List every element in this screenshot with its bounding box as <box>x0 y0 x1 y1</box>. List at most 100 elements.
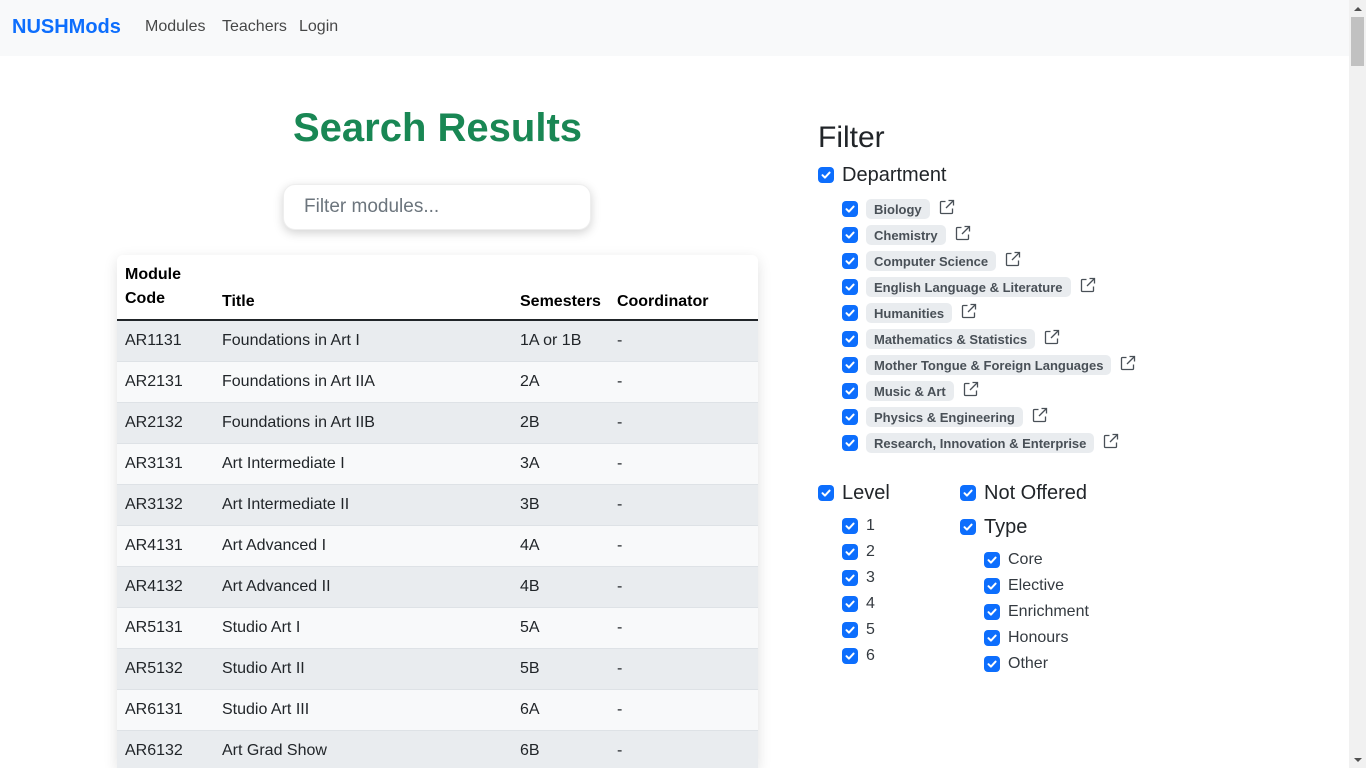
check-icon <box>963 523 973 531</box>
table-row[interactable]: AR4132 Art Advanced II 4B - <box>117 565 758 607</box>
external-link-icon[interactable] <box>1043 328 1061 346</box>
department-checkbox-research-innovation-enterprise[interactable] <box>842 435 858 451</box>
table-row[interactable]: AR3131 Art Intermediate I 3A - <box>117 442 758 484</box>
table-row[interactable]: AR2131 Foundations in Art IIA 2A - <box>117 360 758 402</box>
cell-semesters: 4B <box>512 565 609 607</box>
scroll-down-arrow[interactable] <box>1349 751 1366 768</box>
nav-link-modules[interactable]: Modules <box>145 18 205 36</box>
check-icon <box>845 387 855 395</box>
cell-coordinator: - <box>608 524 758 566</box>
cell-module-code: AR5131 <box>117 606 214 648</box>
department-badge-biology[interactable]: Biology <box>866 199 930 219</box>
scroll-thumb[interactable] <box>1351 17 1364 66</box>
level-checkbox-3[interactable] <box>842 570 858 586</box>
type-checkbox-core[interactable] <box>984 552 1000 568</box>
cell-module-code: AR1131 <box>117 319 214 361</box>
table-row[interactable]: AR2132 Foundations in Art IIB 2B - <box>117 401 758 443</box>
table-row[interactable]: AR5131 Studio Art I 5A - <box>117 606 758 648</box>
external-link-icon[interactable] <box>960 302 978 320</box>
column-header-module-code: Module Code <box>117 255 214 321</box>
department-checkbox-physics-engineering[interactable] <box>842 409 858 425</box>
not-offered-checkbox[interactable] <box>960 485 976 501</box>
external-link-icon[interactable] <box>954 224 972 242</box>
scroll-up-arrow[interactable] <box>1349 0 1366 17</box>
cell-coordinator: - <box>608 319 758 361</box>
department-checkbox-computer-science[interactable] <box>842 253 858 269</box>
department-badge-computer-science[interactable]: Computer Science <box>866 251 997 271</box>
department-badge-mathematics-statistics[interactable]: Mathematics & Statistics <box>866 329 1036 349</box>
type-checkbox-enrichment[interactable] <box>984 604 1000 620</box>
check-icon <box>845 309 855 317</box>
check-icon <box>845 335 855 343</box>
department-checkbox[interactable] <box>818 167 834 183</box>
nav-link-teachers[interactable]: Teachers <box>222 18 287 36</box>
level-checkbox-6[interactable] <box>842 648 858 664</box>
external-link-icon[interactable] <box>962 380 980 398</box>
department-label: Department <box>842 164 947 186</box>
department-badge-physics-engineering[interactable]: Physics & Engineering <box>866 407 1023 427</box>
level-option-label: 6 <box>866 647 875 664</box>
type-checkbox-honours[interactable] <box>984 630 1000 646</box>
cell-coordinator: - <box>608 606 758 648</box>
cell-title: Foundations in Art I <box>214 319 512 361</box>
level-checkbox-5[interactable] <box>842 622 858 638</box>
check-icon <box>987 556 997 564</box>
modules-table: Module Code Title Semesters Coordinator … <box>117 255 758 768</box>
department-badge-music-art[interactable]: Music & Art <box>866 381 954 401</box>
page-scrollbar[interactable] <box>1349 0 1366 768</box>
type-checkbox-elective[interactable] <box>984 578 1000 594</box>
cell-module-code: AR5132 <box>117 647 214 689</box>
external-link-icon[interactable] <box>1079 276 1097 294</box>
check-icon <box>845 361 855 369</box>
cell-coordinator: - <box>608 483 758 525</box>
external-link-icon[interactable] <box>1004 250 1022 268</box>
table-row[interactable]: AR3132 Art Intermediate II 3B - <box>117 483 758 525</box>
filter-modules-input[interactable] <box>284 185 590 229</box>
type-option-label: Enrichment <box>1008 603 1089 620</box>
level-checkbox-1[interactable] <box>842 518 858 534</box>
level-checkbox[interactable] <box>818 485 834 501</box>
table-row[interactable]: AR5132 Studio Art II 5B - <box>117 647 758 689</box>
department-badge-research-innovation-enterprise[interactable]: Research, Innovation & Enterprise <box>866 433 1095 453</box>
cell-title: Studio Art II <box>214 647 512 689</box>
check-icon <box>845 522 855 530</box>
column-header-coordinator: Coordinator <box>608 255 758 321</box>
cell-semesters: 5B <box>512 647 609 689</box>
external-link-icon[interactable] <box>1102 432 1120 450</box>
brand-logo[interactable]: NUSHMods <box>12 16 121 39</box>
department-badge-humanities[interactable]: Humanities <box>866 303 953 323</box>
type-checkbox[interactable] <box>960 519 976 535</box>
external-link-icon[interactable] <box>1031 406 1049 424</box>
cell-coordinator: - <box>608 360 758 402</box>
type-checkbox-other[interactable] <box>984 656 1000 672</box>
level-option-label: 5 <box>866 621 875 638</box>
table-row[interactable]: AR1131 Foundations in Art I 1A or 1B - <box>117 319 758 361</box>
external-link-icon[interactable] <box>938 198 956 216</box>
check-icon <box>845 652 855 660</box>
department-badge-chemistry[interactable]: Chemistry <box>866 225 946 245</box>
type-label: Type <box>984 516 1028 538</box>
check-icon <box>845 439 855 447</box>
type-option-label: Elective <box>1008 577 1065 594</box>
department-badge-english-language-literature[interactable]: English Language & Literature <box>866 277 1071 297</box>
check-icon <box>845 231 855 239</box>
cell-module-code: AR4132 <box>117 565 214 607</box>
table-row[interactable]: AR6131 Studio Art III 6A - <box>117 688 758 730</box>
department-checkbox-english-language-literature[interactable] <box>842 279 858 295</box>
department-checkbox-chemistry[interactable] <box>842 227 858 243</box>
column-header-semesters: Semesters <box>512 255 609 321</box>
department-checkbox-mathematics-statistics[interactable] <box>842 331 858 347</box>
department-badge-mother-tongue-foreign-languages[interactable]: Mother Tongue & Foreign Languages <box>866 355 1112 375</box>
department-checkbox-biology[interactable] <box>842 201 858 217</box>
department-checkbox-music-art[interactable] <box>842 383 858 399</box>
level-checkbox-4[interactable] <box>842 596 858 612</box>
department-checkbox-humanities[interactable] <box>842 305 858 321</box>
table-row[interactable]: AR4131 Art Advanced I 4A - <box>117 524 758 566</box>
external-link-icon[interactable] <box>1119 354 1137 372</box>
nav-link-login[interactable]: Login <box>299 18 338 36</box>
check-icon <box>845 548 855 556</box>
table-header-row: Module Code Title Semesters Coordinator <box>117 255 758 321</box>
table-row[interactable]: AR6132 Art Grad Show 6B - <box>117 729 758 768</box>
level-checkbox-2[interactable] <box>842 544 858 560</box>
department-checkbox-mother-tongue-foreign-languages[interactable] <box>842 357 858 373</box>
